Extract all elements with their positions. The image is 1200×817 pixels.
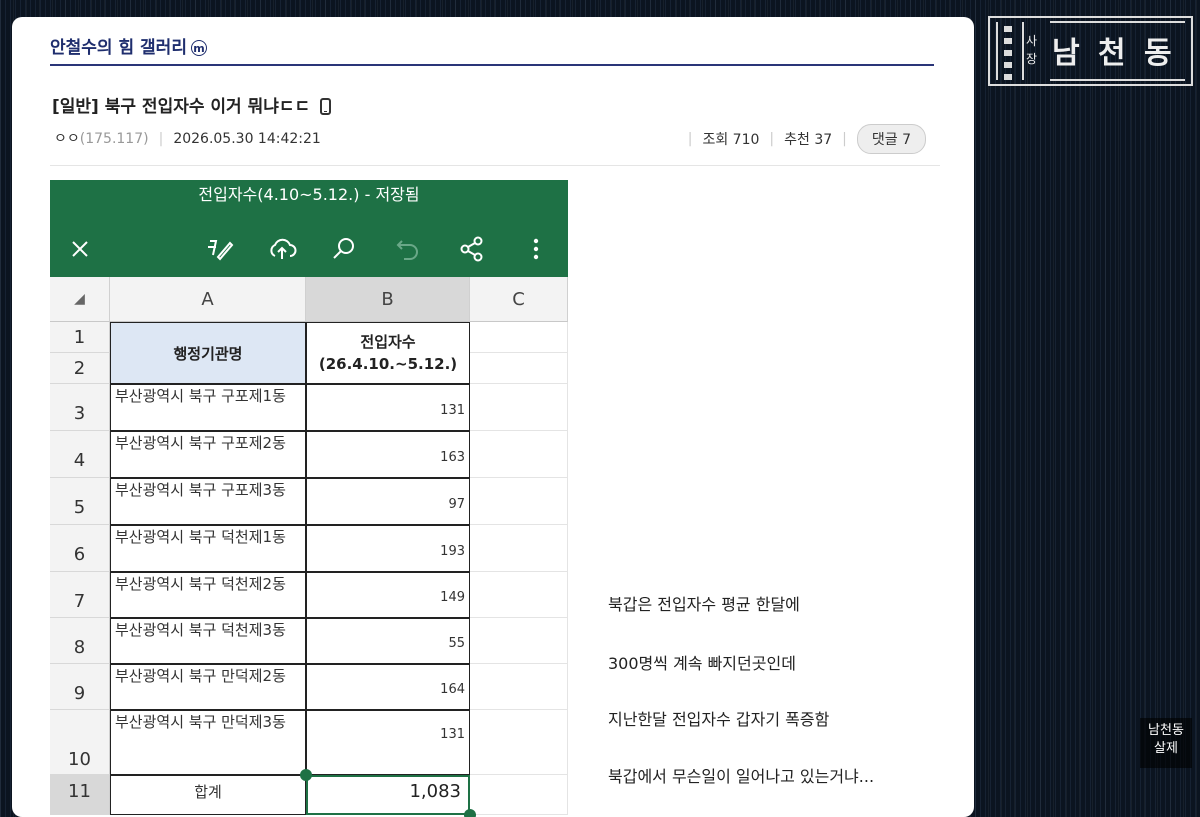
- sheet-toolbar: [50, 225, 568, 277]
- meta-separator: |: [687, 131, 693, 147]
- agency-name-cell: 부산광역시 북구 구포제1동: [110, 384, 306, 431]
- body-text-line: 북갑에서 무슨일이 일어나고 있는거냐...: [608, 767, 875, 786]
- empty-cell: [470, 353, 568, 384]
- row-header: 11: [50, 775, 110, 815]
- mobile-icon: [320, 98, 332, 115]
- empty-cell: [470, 618, 568, 664]
- film-strip: [996, 22, 1024, 80]
- row-header: 1: [50, 322, 110, 353]
- count-cell: 193: [306, 525, 470, 572]
- row-header: 6: [50, 525, 110, 572]
- meta-separator: |: [842, 131, 847, 147]
- row-header: 2: [50, 353, 110, 384]
- body-text-line: 300명씩 계속 빠지던곳인데: [608, 654, 796, 673]
- row-header: 9: [50, 664, 110, 710]
- watermark-line: 남천동: [1148, 723, 1184, 738]
- close-icon: [64, 233, 96, 265]
- column-header-b: B: [306, 277, 470, 322]
- recommend-count: 추천 37: [784, 132, 833, 148]
- agency-name-cell: 부산광역시 북구 구포제2동: [110, 431, 306, 478]
- logo-small-char: 사: [1026, 34, 1038, 48]
- column-header-c: C: [470, 277, 568, 322]
- meta-separator: |: [769, 131, 775, 147]
- header-cell-agency: 행정기관명: [110, 322, 306, 384]
- total-label-cell: 합계: [110, 775, 306, 815]
- header-count-title: 전입자수: [360, 333, 416, 351]
- post-datetime: 2026.05.30 14:42:21: [173, 131, 321, 147]
- empty-cell: [470, 384, 568, 431]
- empty-cell: [470, 431, 568, 478]
- channel-watermark: 남천동 살제: [1140, 718, 1192, 768]
- agency-name-cell: 부산광역시 북구 덕천제1동: [110, 525, 306, 572]
- row-header: 8: [50, 618, 110, 664]
- logo-small-char: 장: [1026, 52, 1038, 66]
- post-title: [일반] 북구 전입자수 이거 뭐냐ㄷㄷ: [52, 92, 332, 117]
- count-cell: 55: [306, 618, 470, 664]
- spreadsheet-image: 전입자수(4.10~5.12.) - 저장됨 ◢ A B C 1 2 3 4 5…: [50, 180, 568, 817]
- header-cell-count: 전입자수 (26.4.10.~5.12.): [306, 322, 470, 384]
- selected-cell-outline: [306, 775, 470, 815]
- empty-cell: [470, 322, 568, 353]
- channel-logo: 사 장 남 천 동: [988, 16, 1193, 86]
- author-ip: (175.117): [79, 131, 149, 147]
- header-count-range: (26.4.10.~5.12.): [318, 355, 458, 373]
- comment-count-button[interactable]: 댓글 7: [856, 124, 926, 154]
- meta-separator: |: [158, 131, 164, 147]
- meta-divider: [50, 165, 940, 166]
- row-header: 10: [50, 710, 110, 775]
- empty-cell: [470, 710, 568, 775]
- author-name[interactable]: ㅇㅇ: [54, 131, 80, 147]
- logo-big-char: 천: [1098, 36, 1126, 71]
- share-icon: [456, 233, 488, 265]
- agency-name-cell: 부산광역시 북구 덕천제3동: [110, 618, 306, 664]
- count-cell: 163: [306, 431, 470, 478]
- selection-handle: [300, 769, 312, 781]
- edit-pen-icon: [204, 233, 236, 265]
- cloud-upload-icon: [266, 233, 298, 265]
- body-text-line: 지난한달 전입자수 갑자기 폭증함: [608, 710, 830, 729]
- agency-name-cell: 부산광역시 북구 만덕제2동: [110, 664, 306, 710]
- logo-big-char: 동: [1144, 36, 1172, 71]
- more-vert-icon: [520, 233, 552, 265]
- empty-cell: [470, 478, 568, 525]
- empty-cell: [470, 572, 568, 618]
- count-cell: 97: [306, 478, 470, 525]
- logo-big-char: 남: [1052, 36, 1080, 71]
- agency-name-cell: 부산광역시 북구 덕천제2동: [110, 572, 306, 618]
- post-card: 안철수의 힘 갤러리 m [일반] 북구 전입자수 이거 뭐냐ㄷㄷ ㅇㅇ(175.…: [12, 17, 974, 817]
- column-header-a: A: [110, 277, 306, 322]
- minor-gallery-badge: m: [190, 40, 207, 56]
- search-icon: [328, 233, 360, 265]
- count-cell: 164: [306, 664, 470, 710]
- post-meta: ㅇㅇ(175.117) | 2026.05.30 14:42:21: [54, 128, 321, 148]
- row-header: 5: [50, 478, 110, 525]
- undo-icon: [392, 233, 424, 265]
- count-cell: 131: [306, 710, 470, 775]
- gallery-title-text[interactable]: 안철수의 힘 갤러리: [50, 38, 187, 58]
- gallery-title[interactable]: 안철수의 힘 갤러리 m: [50, 33, 207, 58]
- body-text-line: 북갑은 전입자수 평균 한달에: [608, 595, 800, 614]
- row-header: 7: [50, 572, 110, 618]
- title-divider: [50, 64, 934, 66]
- selection-handle: [464, 809, 476, 817]
- sheet-title: 전입자수(4.10~5.12.) - 저장됨: [50, 180, 568, 225]
- row-header: 4: [50, 431, 110, 478]
- agency-name-cell: 부산광역시 북구 구포제3동: [110, 478, 306, 525]
- select-all-corner: ◢: [50, 277, 110, 322]
- watermark-line: 살제: [1154, 741, 1178, 756]
- count-cell: 131: [306, 384, 470, 431]
- post-stats: | 조회 710 | 추천 37 | 댓글 7: [678, 124, 926, 154]
- agency-name-cell: 부산광역시 북구 만덕제3동: [110, 710, 306, 775]
- row-header: 3: [50, 384, 110, 431]
- empty-cell: [470, 664, 568, 710]
- empty-cell: [470, 525, 568, 572]
- view-count: 조회 710: [702, 132, 760, 148]
- post-title-text: [일반] 북구 전입자수 이거 뭐냐ㄷㄷ: [52, 97, 311, 117]
- empty-cell: [470, 775, 568, 815]
- count-cell: 149: [306, 572, 470, 618]
- header-agency-text: 행정기관명: [173, 344, 243, 363]
